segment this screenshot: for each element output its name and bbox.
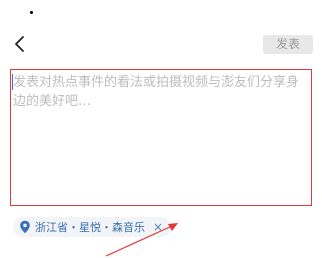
post-editor[interactable]: 发表对热点事件的看法或拍摄视频与澎友们分享身边的美好吧… <box>10 69 312 206</box>
chevron-left-icon <box>15 36 24 52</box>
compose-screen: 发表 发表对热点事件的看法或拍摄视频与澎友们分享身边的美好吧… 浙江省・星悦・森… <box>0 0 322 258</box>
location-tag[interactable]: 浙江省・星悦・森音乐 × <box>13 217 172 237</box>
post-input-placeholder[interactable]: 发表对热点事件的看法或拍摄视频与澎友们分享身边的美好吧… <box>13 73 305 111</box>
back-button[interactable] <box>8 32 30 56</box>
location-pin-icon <box>20 220 30 234</box>
remove-location-icon[interactable]: × <box>153 220 163 234</box>
status-indicator <box>30 11 33 14</box>
location-label: 浙江省・星悦・森音乐 <box>35 221 145 234</box>
publish-button[interactable]: 发表 <box>263 35 313 54</box>
